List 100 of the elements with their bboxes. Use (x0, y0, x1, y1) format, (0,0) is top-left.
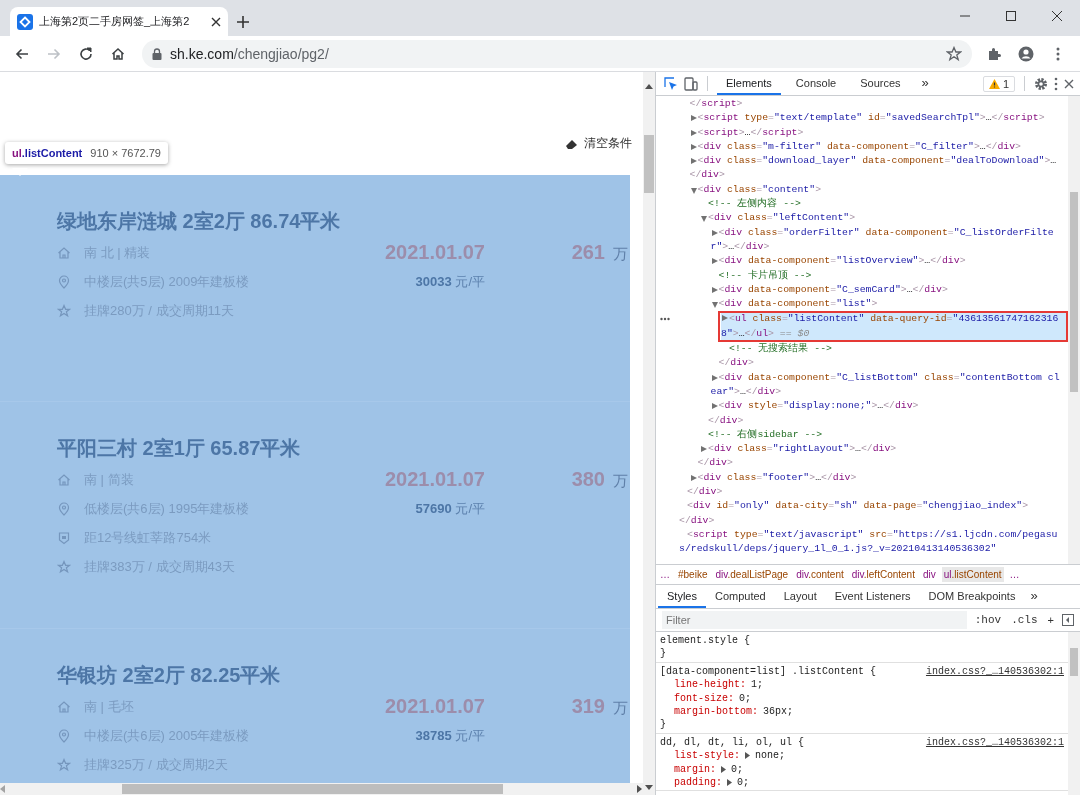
tab-title: 上海第2页二手房网签_上海第2 (39, 14, 191, 29)
house-icon (57, 699, 71, 714)
css-value: 0; (737, 776, 750, 790)
site-icon (17, 13, 33, 30)
sidebar-tab[interactable]: Event Listeners (825, 585, 920, 608)
browser-tab[interactable]: 上海第2页二手房网签_上海第2 (10, 7, 228, 36)
address-bar[interactable]: sh.ke.com/chengjiao/pg2/ (142, 39, 972, 68)
puzzle-icon[interactable] (986, 45, 1002, 62)
unit-price: 30033 元/平 (415, 273, 485, 291)
styles-scrollbar[interactable] (1068, 632, 1080, 795)
dom-node[interactable]: <div style="display:none;">…</div> (710, 399, 1068, 414)
deal-date: 2021.01.07 (384, 240, 485, 265)
css-property: line-height: (674, 678, 746, 692)
warnings-button[interactable]: 1 (982, 75, 1015, 92)
dom-node[interactable]: <div class="footer">…</div> (689, 470, 1068, 485)
unit-price: 57690 元/平 (415, 500, 485, 518)
scrollbar-thumb[interactable] (644, 135, 654, 193)
devtools-tab[interactable]: Sources (851, 72, 910, 95)
deal-date: 2021.01.07 (384, 467, 485, 492)
settings-icon[interactable] (1034, 76, 1048, 91)
dom-node[interactable]: <div class="m-filter" data-component="C_filter">…</div> (689, 139, 1068, 155)
hover-state-button[interactable]: :hov (972, 614, 1004, 626)
css-value: 36px; (763, 705, 794, 719)
sidebar-toggle-icon[interactable] (1062, 614, 1074, 626)
dom-node[interactable]: <div class="download_layer" data-component="dealToDownload">… </div> (689, 154, 1068, 183)
filter-field[interactable]: Filter (662, 611, 967, 629)
breadcrumb[interactable]: … (1007, 567, 1022, 582)
scrollbar-thumb[interactable] (122, 784, 503, 794)
dom-comment[interactable]: <!-- 卡片吊顶 --> (710, 268, 1068, 283)
down-arrow-icon (645, 785, 653, 791)
more-icon[interactable] (660, 317, 670, 322)
maximize-icon[interactable] (1006, 11, 1016, 21)
reload-icon[interactable] (78, 45, 94, 62)
scrollbar-thumb[interactable] (1070, 648, 1078, 676)
dom-comment[interactable]: <!-- 左侧内容 --> (700, 197, 1068, 212)
breadcrumb[interactable]: div.content (794, 567, 846, 582)
sidebar-tab[interactable]: Computed (705, 585, 775, 608)
css-value: 0; (739, 691, 752, 706)
dom-node[interactable]: <div class="content"> (689, 182, 1068, 198)
dom-closing-tag: </div> (710, 356, 1068, 371)
vertical-scrollbar[interactable] (643, 72, 655, 795)
clear-filters-button[interactable]: 清空条件 (565, 135, 632, 152)
breadcrumb[interactable]: div (920, 567, 938, 582)
dom-node[interactable]: <script>…</script> (689, 125, 1068, 140)
close-icon[interactable] (1052, 11, 1062, 21)
close-icon[interactable] (211, 16, 221, 27)
plus-icon[interactable] (236, 15, 250, 29)
expand-triangle-icon[interactable] (745, 752, 750, 760)
add-rule-button[interactable]: + (1045, 614, 1056, 626)
total-price: 380 (571, 467, 605, 492)
device-icon[interactable] (684, 76, 698, 91)
scrollbar-thumb[interactable] (1070, 192, 1078, 392)
sidebar-tab[interactable]: Layout (774, 585, 826, 608)
source-link[interactable]: index.css?_…140536302:1 (925, 735, 1064, 750)
elements-scrollbar[interactable] (1068, 96, 1080, 564)
breadcrumb[interactable]: div.dealListPage (713, 567, 791, 582)
warning-icon (988, 78, 1000, 89)
css-selector: [data-component=list] .listContent { (660, 664, 877, 679)
dom-node[interactable]: <script type="text/template" id="savedSearchTpl">…</script> (689, 111, 1068, 126)
dom-comment[interactable]: <!-- 无搜索结果 --> (721, 342, 1068, 357)
profile-icon[interactable] (1018, 45, 1034, 62)
dom-node[interactable]: </script> (689, 97, 1068, 112)
sidebar-tab[interactable]: Styles (658, 585, 706, 608)
tooltip-size: 910 × 7672.79 (90, 147, 161, 159)
home-icon[interactable] (110, 45, 126, 62)
dom-node[interactable]: <div class="orderFilter" data-component="C_listOrderFilte r">…</div> (710, 225, 1068, 255)
source-link[interactable]: index.css?_…140536302:1 (925, 664, 1064, 679)
breadcrumb[interactable]: … (658, 567, 672, 582)
breadcrumb[interactable]: ul.listContent (941, 567, 1004, 582)
dom-node[interactable]: <script type="text/javascript" src="https://s1.ljcdn.com/pegasu s/redskull/deps/jquery_1l_0_1.js?_v=20210413140536302" (679, 527, 1068, 557)
shield-icon (57, 530, 71, 545)
dom-node[interactable]: <div class="rightLayout">…</div> (700, 442, 1068, 457)
sidebar-tab[interactable]: DOM Breakpoints (919, 585, 1025, 608)
dom-node[interactable]: <div class="leftContent"> (700, 211, 1068, 226)
class-button[interactable]: .cls (1009, 614, 1040, 626)
dom-node[interactable]: <div data-component="C_listBottom" class="contentBottom cl ear">…</div> (710, 370, 1068, 400)
css-property: padding: (674, 776, 722, 790)
deal-date: 2021.01.07 (384, 694, 485, 719)
menu-icon[interactable] (1054, 76, 1058, 91)
close-icon[interactable] (1064, 78, 1074, 89)
location-pin-icon (57, 274, 71, 289)
devtools-tab[interactable]: Elements (717, 72, 781, 95)
dom-comment[interactable]: <!-- 右侧sidebar --> (700, 427, 1068, 443)
star-icon[interactable] (946, 45, 962, 62)
devtools-tab[interactable]: Console (786, 72, 846, 95)
css-value: none; (755, 749, 786, 763)
lock-icon (152, 47, 162, 60)
breadcrumb[interactable]: #beike (676, 567, 710, 582)
price-unit: 万 (613, 698, 628, 718)
inspect-icon[interactable] (664, 76, 678, 91)
dom-node[interactable]: <div data-component="listOverview">…</div> (710, 254, 1068, 269)
more-tabs-button[interactable]: » (1024, 585, 1044, 608)
closing-brace: } (660, 718, 667, 732)
more-tabs-button[interactable]: » (915, 72, 935, 95)
dom-node[interactable]: <div data-component="C_semCard">…</div> (710, 282, 1068, 298)
dom-node[interactable]: <div id="only" data-city="sh" data-page="chengjiao_index"> </div> (679, 499, 1068, 528)
tooltip-selector: ul.listContent (12, 147, 83, 159)
star-icon (57, 303, 71, 318)
breadcrumb[interactable]: div.leftContent (849, 567, 917, 582)
total-price: 261 (571, 240, 605, 265)
